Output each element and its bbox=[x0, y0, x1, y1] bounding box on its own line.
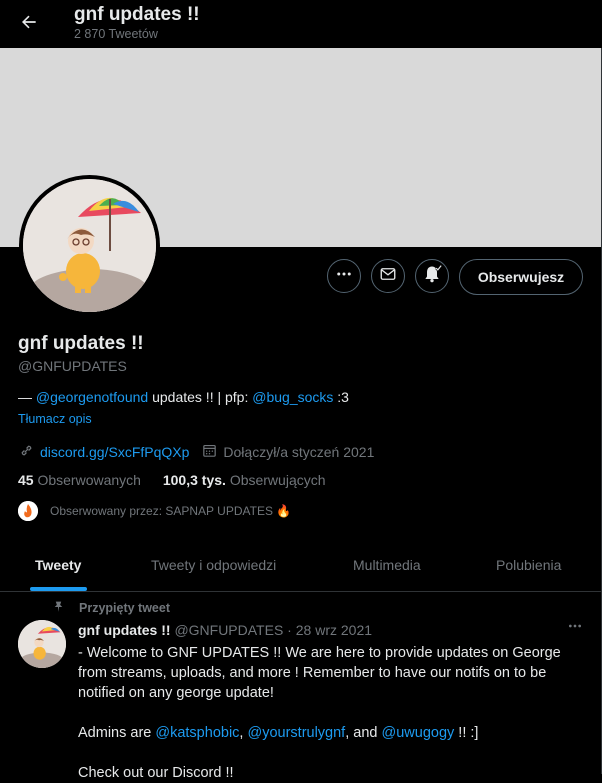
profile-handle: @GNFUPDATES bbox=[18, 358, 127, 374]
pinned-label: Przypięty tweet bbox=[79, 601, 171, 615]
tab-media[interactable]: Multimedia bbox=[353, 557, 421, 573]
notifications-button[interactable] bbox=[415, 259, 449, 293]
profile-meta: discord.gg/SxcFfPqQXp Dołączył/a styczeń… bbox=[18, 442, 374, 462]
followers-link[interactable]: 100,3 tys. Obserwujących bbox=[163, 472, 326, 488]
tweet-more-button[interactable] bbox=[564, 618, 586, 638]
more-button[interactable] bbox=[327, 259, 361, 293]
profile-name: gnf updates !! bbox=[18, 333, 144, 354]
follower-avatar bbox=[18, 501, 38, 521]
more-icon bbox=[567, 618, 583, 639]
mention-katsphobic[interactable]: @katsphobic bbox=[155, 725, 239, 741]
profile-avatar[interactable] bbox=[19, 175, 160, 316]
tweet-author-handle[interactable]: @GNFUPDATES bbox=[174, 622, 283, 638]
joined-date: Dołączył/a styczeń 2021 bbox=[223, 444, 375, 460]
followers-label: Obserwujących bbox=[229, 472, 326, 488]
followed-by-text: Obserwowany przez: SAPNAP UPDATES 🔥 bbox=[50, 504, 292, 518]
bio-mention-georgenotfound[interactable]: @georgenotfound bbox=[36, 389, 148, 405]
calendar-icon bbox=[201, 442, 218, 462]
tweet-author-avatar[interactable] bbox=[18, 620, 66, 668]
tweet-author-name[interactable]: gnf updates !! bbox=[78, 622, 171, 638]
tweet-body: - Welcome to GNF UPDATES !! We are here … bbox=[78, 643, 583, 783]
back-arrow-icon[interactable] bbox=[14, 8, 44, 36]
mention-yourstrulygnf[interactable]: @yourstrulygnf bbox=[247, 725, 345, 741]
bio-suffix: :3 bbox=[333, 389, 349, 405]
tweet-count: 2 870 Tweetów bbox=[74, 27, 158, 41]
notification-bell-icon bbox=[422, 264, 443, 289]
following-link[interactable]: 45 Obserwowanych bbox=[18, 472, 141, 488]
bio-prefix: — bbox=[18, 389, 36, 405]
message-button[interactable] bbox=[371, 259, 405, 293]
bio-middle: updates !! | pfp: bbox=[148, 389, 253, 405]
pin-icon bbox=[52, 600, 65, 616]
header-title: gnf updates !! bbox=[74, 4, 200, 25]
followers-count: 100,3 tys. bbox=[162, 472, 226, 488]
bio-mention-bug-socks[interactable]: @bug_socks bbox=[252, 389, 333, 405]
admins-sep2: , and bbox=[345, 725, 382, 741]
following-label: Obserwowanych bbox=[37, 472, 141, 488]
tab-tweets[interactable]: Tweety bbox=[35, 557, 81, 573]
tweet-line-admins: Admins are @katsphobic, @yourstrulygnf, … bbox=[78, 723, 583, 743]
profile-website-link[interactable]: discord.gg/SxcFfPqQXp bbox=[40, 444, 189, 460]
profile-tabs: Tweety Tweety i odpowiedzi Multimedia Po… bbox=[0, 543, 602, 591]
tweet-line-welcome: - Welcome to GNF UPDATES !! We are here … bbox=[78, 645, 561, 701]
following-count: 45 bbox=[18, 472, 34, 488]
admins-prefix: Admins are bbox=[78, 725, 156, 741]
tweet-separator: · bbox=[283, 622, 296, 638]
pinned-indicator: Przypięty tweet bbox=[52, 600, 170, 616]
tabs-divider bbox=[0, 591, 602, 592]
message-icon bbox=[379, 265, 397, 288]
translate-bio-link[interactable]: Tłumacz opis bbox=[18, 412, 92, 426]
tweet-date[interactable]: 28 wrz 2021 bbox=[296, 622, 372, 638]
followed-by[interactable]: Obserwowany przez: SAPNAP UPDATES 🔥 bbox=[18, 501, 291, 521]
following-button[interactable]: Obserwujesz bbox=[459, 259, 583, 295]
profile-bio: — @georgenotfound updates !! | pfp: @bug… bbox=[18, 389, 349, 405]
tab-likes[interactable]: Polubienia bbox=[496, 557, 561, 573]
tweet-header: gnf updates !! @GNFUPDATES · 28 wrz 2021 bbox=[78, 622, 372, 638]
mention-uwugogy[interactable]: @uwugogy bbox=[382, 725, 455, 741]
top-bar: gnf updates !! 2 870 Tweetów bbox=[0, 0, 602, 48]
tab-tweets-and-replies[interactable]: Tweety i odpowiedzi bbox=[151, 557, 276, 573]
admins-suffix: !! :] bbox=[454, 725, 479, 741]
more-icon bbox=[335, 265, 353, 288]
tweet-line-discord: Check out our Discord !! bbox=[78, 765, 234, 781]
profile-stats: 45 Obserwowanych 100,3 tys. Obserwującyc… bbox=[18, 472, 326, 488]
link-icon bbox=[18, 442, 35, 462]
